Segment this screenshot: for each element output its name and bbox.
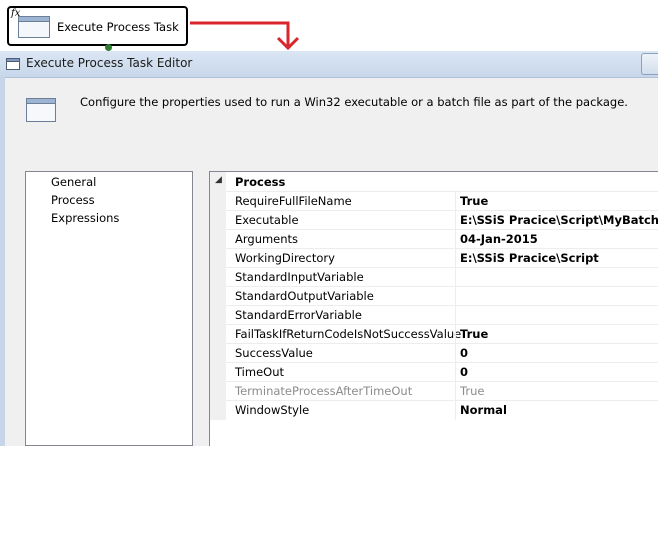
column-separator <box>455 287 456 306</box>
property-value[interactable]: Normal <box>460 403 507 417</box>
property-name: TerminateProcessAfterTimeOut <box>235 384 413 398</box>
window-icon <box>6 58 20 70</box>
property-row[interactable]: StandardOutputVariable <box>226 286 658 306</box>
nav-item-general[interactable]: General <box>51 175 96 189</box>
column-separator <box>455 211 456 230</box>
property-name: StandardInputVariable <box>235 270 364 284</box>
column-separator <box>455 401 456 420</box>
property-row[interactable]: WorkingDirectory E:\SSiS Pracice\Script <box>226 248 658 268</box>
nav-panel: General Process Expressions <box>25 171 193 446</box>
property-name: Arguments <box>235 232 299 246</box>
column-separator <box>455 249 456 268</box>
property-value: True <box>460 384 485 398</box>
header-panel: Configure the properties used to run a W… <box>5 78 658 166</box>
task-connector-dot[interactable] <box>105 44 112 51</box>
property-row[interactable]: Executable E:\SSiS Pracice\Script\MyBatch… <box>226 210 658 230</box>
property-row[interactable]: RequireFullFileName True <box>226 191 658 211</box>
property-row[interactable]: TerminateProcessAfterTimeOut True <box>226 381 658 401</box>
property-name: WorkingDirectory <box>235 251 335 265</box>
nav-item-expressions[interactable]: Expressions <box>51 211 119 225</box>
property-value[interactable]: E:\SSiS Pracice\Script\MyBatch.bat <box>460 213 658 227</box>
grid-gutter <box>210 172 226 420</box>
property-row[interactable]: StandardErrorVariable <box>226 305 658 325</box>
header-description: Configure the properties used to run a W… <box>80 95 628 109</box>
property-name: WindowStyle <box>235 403 310 417</box>
property-value[interactable]: True <box>460 327 488 341</box>
property-row[interactable]: WindowStyle Normal <box>226 400 658 420</box>
property-value[interactable]: 04-Jan-2015 <box>460 232 538 246</box>
property-value[interactable]: E:\SSiS Pracice\Script <box>460 251 599 265</box>
property-row[interactable]: TimeOut 0 <box>226 362 658 382</box>
property-name: TimeOut <box>235 365 284 379</box>
editor-window: Execute Process Task Editor Configure th… <box>0 51 658 446</box>
column-separator <box>455 382 456 401</box>
category-row-process[interactable]: ◢ Process <box>210 172 658 191</box>
window-title: Execute Process Task Editor <box>26 56 193 70</box>
property-value[interactable]: True <box>460 194 488 208</box>
header-window-icon <box>26 98 56 122</box>
property-value[interactable]: 0 <box>460 346 468 360</box>
property-name: StandardOutputVariable <box>235 289 374 303</box>
property-value[interactable]: 0 <box>460 365 468 379</box>
title-bar[interactable]: Execute Process Task Editor <box>0 51 658 78</box>
collapse-toggle-icon[interactable]: ◢ <box>215 175 222 185</box>
column-separator <box>455 325 456 344</box>
property-name: RequireFullFileName <box>235 194 352 208</box>
minimize-button[interactable] <box>641 53 658 75</box>
execute-process-task-box[interactable]: fx Execute Process Task <box>7 6 188 46</box>
column-separator <box>455 268 456 287</box>
column-separator <box>455 230 456 249</box>
property-row[interactable]: SuccessValue 0 <box>226 343 658 363</box>
property-name: Executable <box>235 213 299 227</box>
nav-item-process[interactable]: Process <box>51 193 95 207</box>
column-separator <box>455 363 456 382</box>
column-separator <box>455 344 456 363</box>
property-name: SuccessValue <box>235 346 313 360</box>
property-grid: ◢ Process RequireFullFileName True Executa… <box>209 171 658 446</box>
column-separator <box>455 192 456 211</box>
property-row[interactable]: FailTaskIfReturnCodeIsNotSuccessValue Tru… <box>226 324 658 344</box>
property-name: StandardErrorVariable <box>235 308 362 322</box>
property-row[interactable]: Arguments 04-Jan-2015 <box>226 229 658 249</box>
annotation-arrow <box>190 21 300 51</box>
column-separator <box>455 306 456 325</box>
task-label: Execute Process Task <box>57 20 179 34</box>
property-row[interactable]: StandardInputVariable <box>226 267 658 287</box>
task-window-icon <box>18 16 50 38</box>
category-name: Process <box>235 175 286 189</box>
property-name: FailTaskIfReturnCodeIsNotSuccessValue <box>235 327 462 341</box>
